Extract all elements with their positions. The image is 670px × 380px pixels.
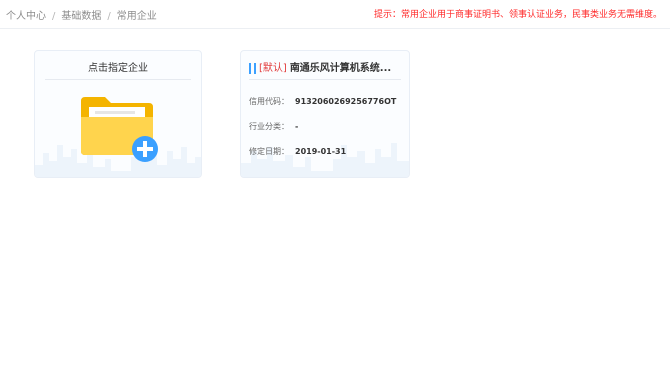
revision-date-value: 2019-01-31: [295, 147, 347, 156]
breadcrumb-item-common-enterprise: 常用企业: [116, 11, 157, 22]
industry-row: 行业分类： -: [249, 121, 298, 132]
breadcrumb-separator: /: [107, 11, 111, 22]
breadcrumb-separator: /: [52, 11, 56, 22]
add-enterprise-title: 点击指定企业: [88, 63, 148, 74]
top-bar: 个人中心 / 基础数据 / 常用企业 提示：常用企业用于商事证明书、领事认证业务，民事类…: [0, 0, 670, 29]
company-header: [默认] 南通乐风计算机系统...: [249, 59, 401, 77]
credit-code-value: 9132060269256776OT: [295, 97, 397, 106]
field-label: 信用代码：: [249, 97, 289, 106]
company-card[interactable]: [默认] 南通乐风计算机系统... 信用代码： 9132060269256776OT…: [240, 50, 410, 178]
notice-text: 提示：常用企业用于商事证明书、领事认证业务，民事类业务无需维度。: [373, 10, 662, 20]
field-label: 修定日期：: [249, 147, 289, 156]
building-icon: [249, 62, 256, 74]
add-enterprise-card[interactable]: 点击指定企业: [34, 50, 202, 178]
folder-add-icon[interactable]: [79, 91, 159, 163]
divider: [249, 79, 401, 80]
field-label: 行业分类：: [249, 122, 289, 131]
industry-value: -: [295, 122, 299, 131]
breadcrumb-item-basic-data[interactable]: 基础数据: [61, 11, 101, 22]
breadcrumb-item-personal-center[interactable]: 个人中心: [6, 11, 46, 22]
company-name[interactable]: 南通乐风计算机系统...: [290, 63, 391, 74]
default-tag: [默认]: [259, 63, 287, 74]
credit-code-row: 信用代码： 9132060269256776OT: [249, 96, 396, 107]
breadcrumb: 个人中心 / 基础数据 / 常用企业: [6, 7, 157, 22]
divider: [45, 79, 191, 80]
revision-date-row: 修定日期： 2019-01-31: [249, 146, 346, 157]
